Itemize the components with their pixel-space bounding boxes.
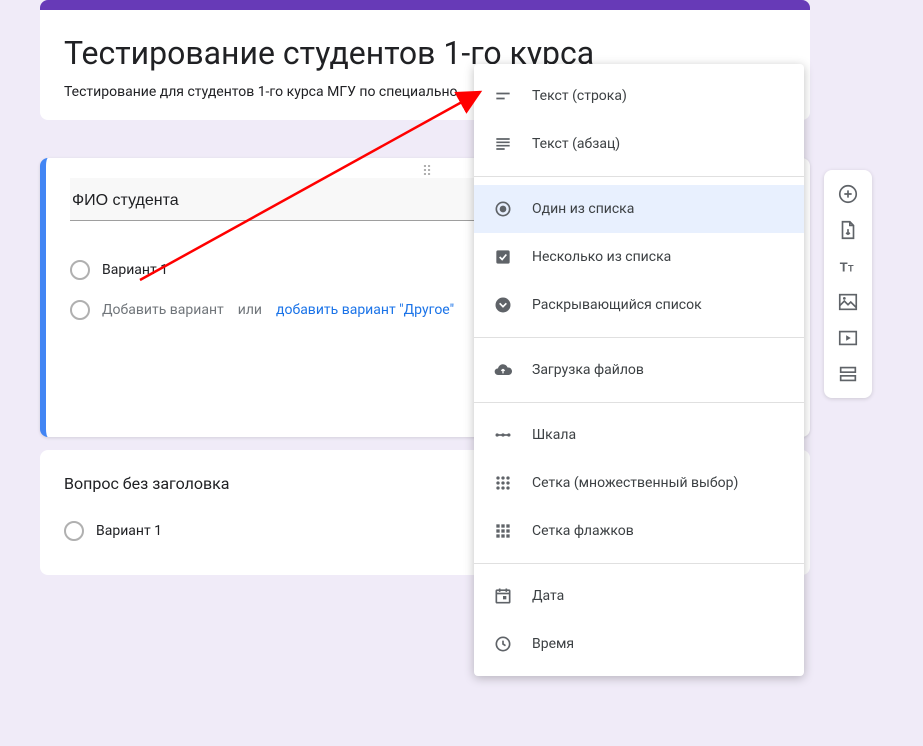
- menu-item-grid-check[interactable]: Сетка флажков: [474, 507, 804, 555]
- calendar-icon: [492, 585, 514, 607]
- section-icon: [837, 363, 859, 385]
- text-icon: TT: [837, 255, 859, 277]
- import-icon: [837, 219, 859, 241]
- menu-item-time[interactable]: Время: [474, 620, 804, 668]
- dropdown-icon: [492, 294, 514, 316]
- plus-circle-icon: [837, 183, 859, 205]
- menu-label: Текст (абзац): [532, 136, 620, 152]
- menu-separator: [474, 563, 804, 564]
- add-question-button[interactable]: [830, 176, 866, 212]
- menu-label: Дата: [532, 588, 564, 604]
- menu-label: Раскрывающийся список: [532, 297, 702, 313]
- menu-item-file-upload[interactable]: Загрузка файлов: [474, 346, 804, 394]
- menu-label: Загрузка файлов: [532, 362, 644, 378]
- menu-label: Несколько из списка: [532, 249, 671, 265]
- menu-item-short-text[interactable]: Текст (строка): [474, 72, 804, 120]
- menu-separator: [474, 337, 804, 338]
- svg-text:T: T: [840, 260, 848, 275]
- menu-separator: [474, 176, 804, 177]
- menu-label: Текст (строка): [532, 88, 627, 104]
- checkbox-icon: [492, 246, 514, 268]
- short-text-icon: [492, 85, 514, 107]
- add-video-button[interactable]: [830, 320, 866, 356]
- cloud-upload-icon: [492, 359, 514, 381]
- add-title-button[interactable]: TT: [830, 248, 866, 284]
- menu-label: Сетка (множественный выбор): [532, 475, 738, 491]
- menu-item-grid-radio[interactable]: Сетка (множественный выбор): [474, 459, 804, 507]
- menu-item-date[interactable]: Дата: [474, 572, 804, 620]
- side-toolbar: TT: [824, 170, 872, 398]
- menu-label: Сетка флажков: [532, 523, 634, 539]
- svg-text:T: T: [848, 264, 854, 274]
- linear-scale-icon: [492, 424, 514, 446]
- question-type-menu: Текст (строка) Текст (абзац) Один из спи…: [474, 64, 804, 676]
- radio-icon: [70, 260, 90, 280]
- add-image-button[interactable]: [830, 284, 866, 320]
- grid-squares-icon: [492, 520, 514, 542]
- menu-separator: [474, 402, 804, 403]
- radio-icon: [70, 300, 90, 320]
- video-icon: [837, 327, 859, 349]
- menu-item-paragraph[interactable]: Текст (абзац): [474, 120, 804, 168]
- menu-label: Время: [532, 636, 574, 652]
- option-label[interactable]: Вариант 1: [102, 262, 168, 278]
- paragraph-icon: [492, 133, 514, 155]
- add-other-button[interactable]: добавить вариант "Другое": [276, 302, 454, 318]
- or-label: или: [238, 302, 262, 318]
- image-icon: [837, 291, 859, 313]
- drag-handle-icon[interactable]: ⠿: [422, 164, 434, 180]
- import-questions-button[interactable]: [830, 212, 866, 248]
- menu-item-scale[interactable]: Шкала: [474, 411, 804, 459]
- menu-item-checkbox[interactable]: Несколько из списка: [474, 233, 804, 281]
- menu-item-radio[interactable]: Один из списка: [474, 185, 804, 233]
- menu-item-dropdown[interactable]: Раскрывающийся список: [474, 281, 804, 329]
- option-label: Вариант 1: [96, 523, 162, 539]
- clock-icon: [492, 633, 514, 655]
- radio-selected-icon: [492, 198, 514, 220]
- add-option-button[interactable]: Добавить вариант: [102, 302, 224, 318]
- radio-icon: [64, 521, 84, 541]
- menu-label: Один из списка: [532, 201, 634, 217]
- grid-dots-icon: [492, 472, 514, 494]
- add-section-button[interactable]: [830, 356, 866, 392]
- menu-label: Шкала: [532, 427, 576, 443]
